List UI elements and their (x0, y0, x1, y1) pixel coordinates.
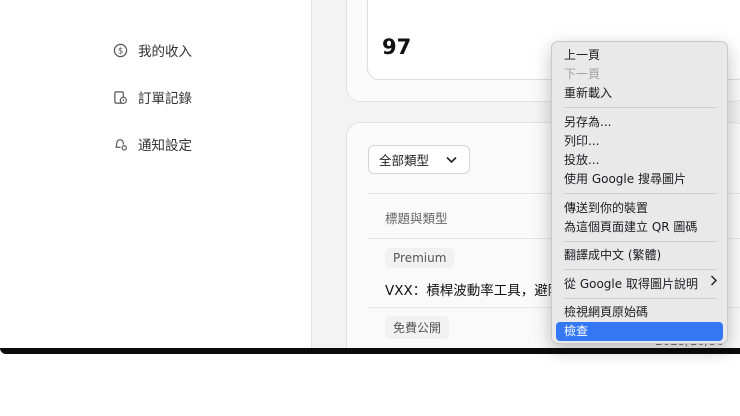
menu-item-translate[interactable]: 翻譯成中文 (繁體) (564, 246, 661, 264)
menu-item-image-description[interactable]: 從 Google 取得圖片說明 (564, 275, 698, 293)
type-filter-select[interactable]: 全部類型 (368, 145, 470, 174)
svg-text:$: $ (117, 45, 122, 55)
chevron-down-icon (446, 152, 457, 167)
sidebar-item-orders[interactable]: 訂單記錄 (112, 87, 192, 107)
type-tag-premium: Premium (385, 248, 455, 268)
menu-item-save-as[interactable]: 另存為... (564, 113, 611, 131)
menu-item-view-source[interactable]: 檢視網頁原始碼 (564, 303, 648, 321)
table-row-title[interactable]: VXX：槓桿波動率工具，避險 (385, 279, 561, 299)
sidebar-item-label: 訂單記錄 (138, 91, 192, 107)
menu-item-print[interactable]: 列印... (564, 132, 599, 150)
dollar-circle-icon: $ (112, 42, 128, 58)
bell-gear-icon (112, 136, 128, 152)
menu-item-search-image[interactable]: 使用 Google 搜尋圖片 (564, 170, 686, 188)
menu-separator (564, 269, 717, 270)
chevron-right-icon (710, 275, 717, 289)
menu-item-back[interactable]: 上一頁 (564, 46, 600, 64)
clipboard-clock-icon (112, 89, 128, 105)
sidebar-item-income[interactable]: $ 我的收入 (112, 40, 192, 60)
menu-item-inspect[interactable]: 檢查 (564, 322, 588, 340)
type-tag-free: 免費公開 (385, 316, 450, 339)
menu-item-cast[interactable]: 投放... (564, 151, 599, 169)
menu-separator (564, 107, 717, 108)
menu-item-qr-code[interactable]: 為這個頁面建立 QR 圖碼 (564, 218, 697, 236)
sidebar-item-label: 我的收入 (138, 44, 192, 60)
menu-item-forward[interactable]: 下一頁 (564, 65, 600, 83)
context-menu: 上一頁 下一頁 重新載入 另存為... 列印... 投放... 使用 Googl… (551, 41, 728, 344)
menu-separator (564, 193, 717, 194)
menu-item-send-to-device[interactable]: 傳送到你的裝置 (564, 199, 648, 217)
sidebar-item-notifications[interactable]: 通知設定 (112, 134, 192, 154)
type-filter-value: 全部類型 (379, 153, 430, 168)
menu-separator (564, 241, 717, 242)
stat-value: 97 (382, 35, 412, 59)
sidebar-item-label: 通知設定 (138, 138, 192, 154)
window-bottom-edge (0, 348, 740, 354)
column-header-title-type: 標題與類型 (385, 211, 448, 226)
menu-item-reload[interactable]: 重新載入 (564, 84, 612, 102)
menu-separator (564, 298, 717, 299)
